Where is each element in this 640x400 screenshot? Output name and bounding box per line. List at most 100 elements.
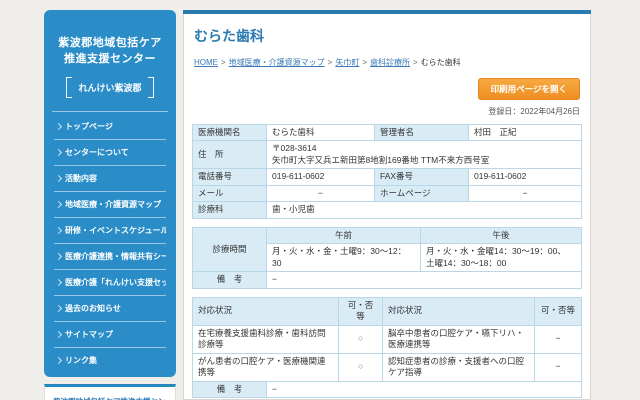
address-value: 〒028-3614 矢巾町大字又兵エ新田第8地割169番地 TTM不来方西号室 xyxy=(267,141,582,169)
sidebar-item-info-sharing-sheet[interactable]: 医療介護連携・情報共有シート xyxy=(54,244,166,270)
table-row: 住 所 〒028-3614 矢巾町大字又兵エ新田第8地割169番地 TTM不来方… xyxy=(193,141,582,169)
sidebar-item-about-center[interactable]: センターについて xyxy=(54,140,166,166)
sidebar-item-label: センターについて xyxy=(65,147,129,158)
breadcrumb-separator: > xyxy=(362,58,367,67)
table-row: がん患者の口腔ケア・医療機関連携等 ○ 認知症患者の診療・支援者への口腔ケア指導… xyxy=(193,353,582,381)
chevron-right-icon xyxy=(55,123,62,130)
support-header-3: 対応状況 xyxy=(383,297,535,325)
homepage-value: − xyxy=(469,185,582,201)
address-label: 住 所 xyxy=(193,141,267,169)
sidebar-item-top-page[interactable]: トップページ xyxy=(54,114,166,140)
clinic-info-table: 医療機関名 むらた歯科 管理者名 村田 正紀 住 所 〒028-3614 矢巾町… xyxy=(192,124,582,219)
institution-name-label: 医療機関名 xyxy=(193,125,267,141)
pm-header: 午後 xyxy=(421,227,582,243)
sidebar-item-sitemap[interactable]: サイトマップ xyxy=(54,322,166,348)
breadcrumb-resource-map-link[interactable]: 地域医療・介護資源マップ xyxy=(229,58,325,67)
chevron-right-icon xyxy=(55,357,62,364)
table-row: 診療科 歯・小児歯 xyxy=(193,202,582,218)
table-row: 備 考 − xyxy=(193,381,582,397)
hours-remarks-value: − xyxy=(267,272,582,288)
table-row: 診療時間 午前 午後 xyxy=(193,227,582,243)
chevron-right-icon xyxy=(55,201,62,208)
support-header-4: 可・否等 xyxy=(535,297,582,325)
sidebar-nav: トップページ センターについて 活動内容 地域医療・介護資源マップ xyxy=(54,114,166,373)
phone-label: 電話番号 xyxy=(193,169,267,185)
table-row: 備 考 − xyxy=(193,272,582,288)
sidebar-item-resource-map[interactable]: 地域医療・介護資源マップ xyxy=(54,192,166,218)
chevron-right-icon xyxy=(55,175,62,182)
email-value: − xyxy=(267,185,375,201)
sidebar: 紫波郡地域包括ケア 推進支援センター れんけい紫波郡 トップページ xyxy=(44,10,176,400)
sidebar-item-label: トップページ xyxy=(65,121,113,132)
main-content-box: むらた歯科 HOME>地域医療・介護資源マップ>矢巾町>歯科診療所>むらた歯科 … xyxy=(183,14,591,400)
hours-label: 診療時間 xyxy=(193,227,267,271)
sidebar-menu-box: 紫波郡地域包括ケア 推進支援センター れんけい紫波郡 トップページ xyxy=(44,10,176,377)
chevron-right-icon xyxy=(55,253,62,260)
pm-hours-value: 月・火・水・金曜14：30～19：00、 土曜14：30～18：00 xyxy=(421,244,582,272)
chevron-right-icon xyxy=(55,279,62,286)
breadcrumb-dental-clinic-link[interactable]: 歯科診療所 xyxy=(370,58,410,67)
site-title: 紫波郡地域包括ケア 推進支援センター xyxy=(54,36,166,68)
sidebar-contact-box: 紫波郡地域包括ケア推進支援センター （れんけい紫波郡） 〒028-3614 xyxy=(44,384,176,400)
stroke-oral-care-label: 脳卒中患者の口腔ケア・嚥下リハ・医療連携等 xyxy=(383,325,535,353)
sidebar-item-label: 活動内容 xyxy=(65,173,97,184)
manager-name-label: 管理者名 xyxy=(375,125,469,141)
email-label: メール xyxy=(193,185,267,201)
chevron-right-icon xyxy=(55,305,62,312)
breadcrumb-yahaba-link[interactable]: 矢巾町 xyxy=(335,58,359,67)
site-title-line2: 推進支援センター xyxy=(54,52,166,68)
sidebar-item-activities[interactable]: 活動内容 xyxy=(54,166,166,192)
sidebar-item-label: 地域医療・介護資源マップ xyxy=(65,199,161,210)
departments-label: 診療科 xyxy=(193,202,267,218)
breadcrumb-separator: > xyxy=(413,58,418,67)
sidebar-item-renkei-support-set[interactable]: 医療介護「れんけい支援セット」 xyxy=(54,270,166,296)
site-subtitle-badge: れんけい紫波郡 xyxy=(66,77,153,98)
sidebar-item-label: 医療介護連携・情報共有シート xyxy=(65,251,166,262)
sidebar-item-label: 過去のお知らせ xyxy=(65,303,121,314)
phone-value: 019-611-0602 xyxy=(267,169,375,185)
home-care-dental-status: ○ xyxy=(339,325,383,353)
sidebar-item-event-schedule[interactable]: 研修・イベントスケジュール xyxy=(54,218,166,244)
support-status-table: 対応状況 可・否等 対応状況 可・否等 在宅療養支援歯科診療・歯科訪問診療等 ○… xyxy=(192,297,582,398)
dementia-care-label: 認知症患者の診療・支援者への口腔ケア指導 xyxy=(383,353,535,381)
table-row: 電話番号 019-611-0602 FAX番号 019-611-0602 xyxy=(193,169,582,185)
departments-value: 歯・小児歯 xyxy=(267,202,582,218)
stroke-oral-care-status: − xyxy=(535,325,582,353)
homepage-label: ホームページ xyxy=(375,185,469,201)
site-title-line1: 紫波郡地域包括ケア xyxy=(54,36,166,52)
breadcrumb-separator: > xyxy=(221,58,226,67)
sidebar-item-label: サイトマップ xyxy=(65,329,113,340)
fax-value: 019-611-0602 xyxy=(469,169,582,185)
home-care-dental-label: 在宅療養支援歯科診療・歯科訪問診療等 xyxy=(193,325,339,353)
table-row: 医療機関名 むらた歯科 管理者名 村田 正紀 xyxy=(193,125,582,141)
sidebar-item-links[interactable]: リンク集 xyxy=(54,348,166,373)
sidebar-item-label: リンク集 xyxy=(65,355,97,366)
table-row: 在宅療養支援歯科診療・歯科訪問診療等 ○ 脳卒中患者の口腔ケア・嚥下リハ・医療連… xyxy=(193,325,582,353)
print-button-row: 印刷用ページを開く xyxy=(194,78,580,100)
hours-remarks-label: 備 考 xyxy=(193,272,267,288)
site-subtitle: れんけい紫波郡 xyxy=(72,77,147,98)
breadcrumb-current-page: むらた歯科 xyxy=(421,58,461,67)
sidebar-divider xyxy=(52,111,168,112)
cancer-oral-care-status: ○ xyxy=(339,353,383,381)
support-remarks-value: − xyxy=(267,381,582,397)
consultation-hours-table: 診療時間 午前 午後 月・火・水・金・土曜9：30～12：30 月・火・水・金曜… xyxy=(192,227,582,289)
support-remarks-label: 備 考 xyxy=(193,381,267,397)
sidebar-item-label: 研修・イベントスケジュール xyxy=(65,225,166,236)
main-content: むらた歯科 HOME>地域医療・介護資源マップ>矢巾町>歯科診療所>むらた歯科 … xyxy=(183,10,591,400)
sidebar-item-label: 医療介護「れんけい支援セット」 xyxy=(65,277,166,288)
cancer-oral-care-label: がん患者の口腔ケア・医療機関連携等 xyxy=(193,353,339,381)
manager-name-value: 村田 正紀 xyxy=(469,125,582,141)
dementia-care-status: − xyxy=(535,353,582,381)
sidebar-item-past-news[interactable]: 過去のお知らせ xyxy=(54,296,166,322)
page-layout: 紫波郡地域包括ケア 推進支援センター れんけい紫波郡 トップページ xyxy=(44,10,591,400)
print-page-button[interactable]: 印刷用ページを開く xyxy=(478,78,580,100)
breadcrumb-home-link[interactable]: HOME xyxy=(194,58,218,67)
chevron-right-icon xyxy=(55,227,62,234)
support-header-2: 可・否等 xyxy=(339,297,383,325)
table-row: 対応状況 可・否等 対応状況 可・否等 xyxy=(193,297,582,325)
chevron-right-icon xyxy=(55,331,62,338)
am-hours-value: 月・火・水・金・土曜9：30～12：30 xyxy=(267,244,421,272)
contact-center-name: 紫波郡地域包括ケア推進支援センター xyxy=(53,396,167,400)
breadcrumb-separator: > xyxy=(328,58,333,67)
